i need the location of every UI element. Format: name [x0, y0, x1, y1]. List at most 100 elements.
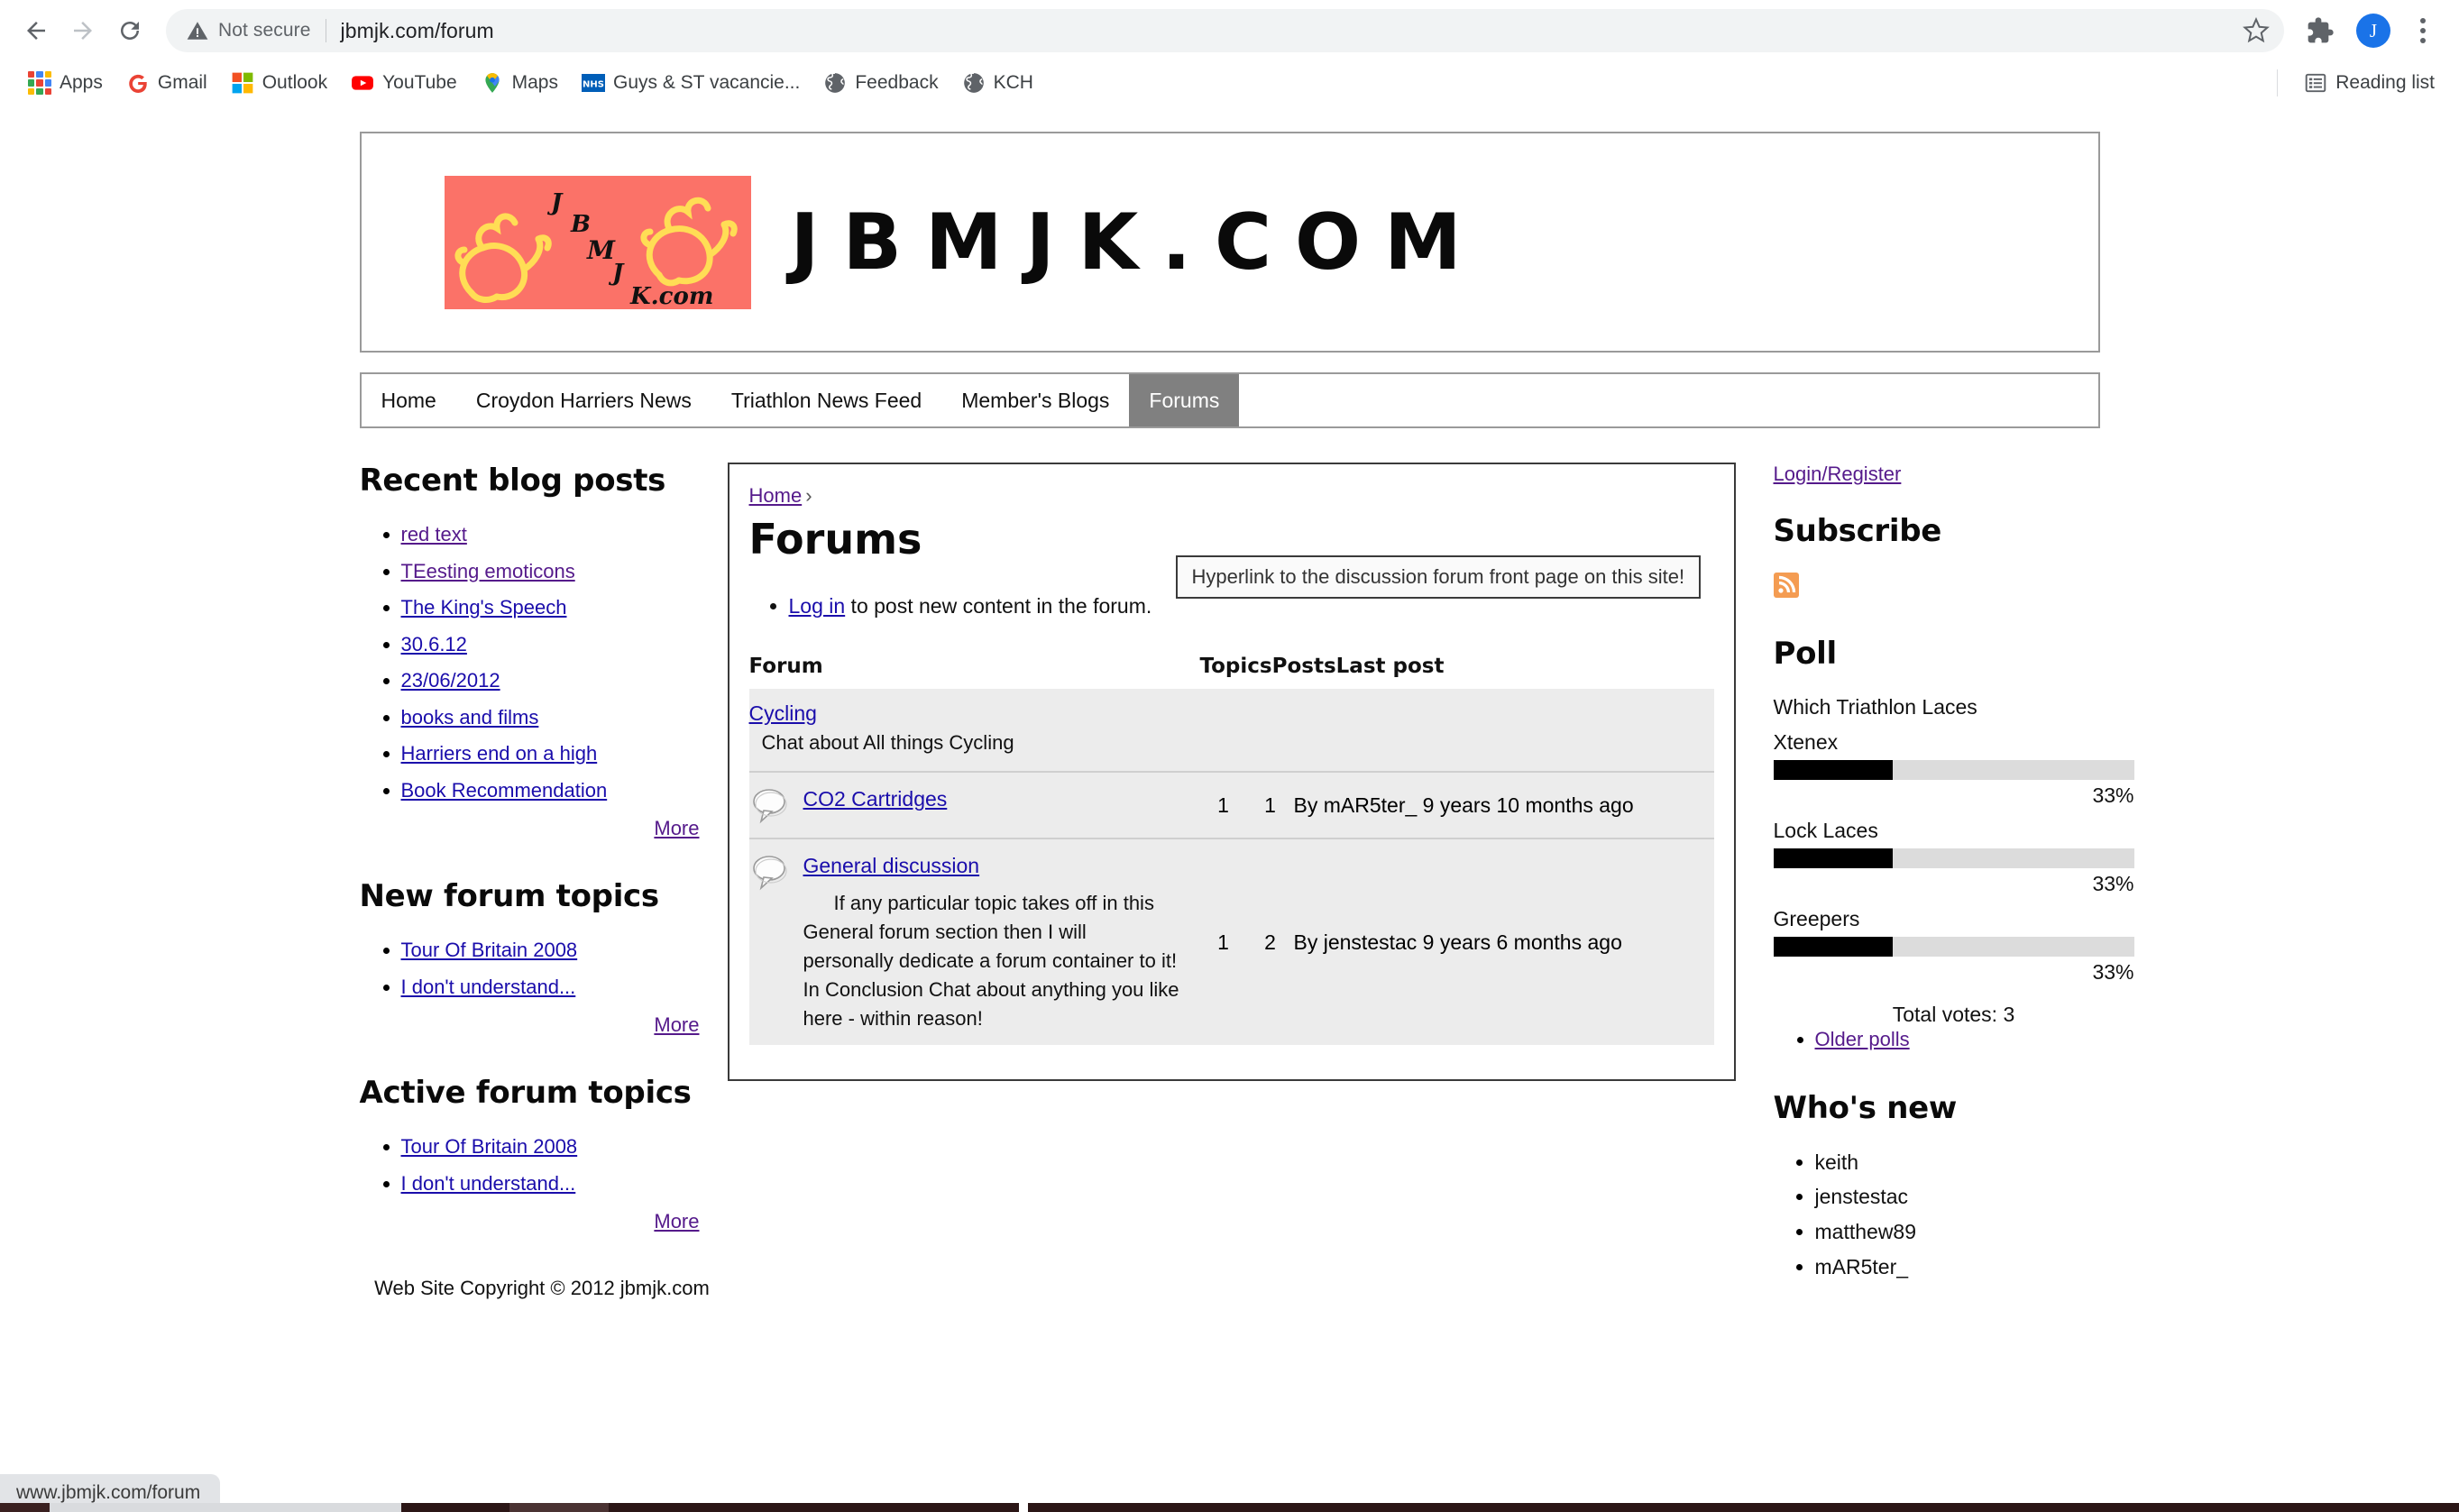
forum-topic-link[interactable]: Tour Of Britain 2008 — [401, 1135, 578, 1158]
bookmark-label: KCH — [993, 72, 1033, 93]
login-register-link[interactable]: Login/Register — [1774, 463, 1902, 485]
bookmark-label: Maps — [511, 72, 558, 93]
older-polls-link[interactable]: Older polls — [1815, 1028, 1910, 1050]
taskbar-segment — [609, 1503, 1019, 1512]
more-row: More — [360, 1013, 725, 1037]
bookmark-guys-st-vacancies[interactable]: NHS Guys & ST vacancie... — [570, 67, 812, 99]
forum-posts-count: 2 — [1246, 837, 1294, 1046]
bookmark-star-button[interactable] — [2235, 10, 2277, 51]
kebab-dot — [2420, 28, 2426, 33]
nav-item-croydon-harriers-news[interactable]: Croydon Harriers News — [456, 374, 711, 426]
blog-post-link[interactable]: Harriers end on a high — [401, 742, 598, 765]
forum-category-link[interactable]: Cycling — [749, 701, 817, 725]
rss-feed-icon[interactable] — [1773, 573, 1799, 598]
bookmark-label: Gmail — [157, 72, 207, 93]
chrome-menu-button[interactable] — [2403, 9, 2443, 52]
poll-bar-track — [1773, 937, 2134, 957]
bookmark-youtube[interactable]: YouTube — [339, 67, 469, 99]
forum-category-row: Cycling — [748, 689, 1714, 726]
forward-button[interactable] — [60, 7, 106, 54]
block-title: Subscribe — [1773, 513, 1942, 549]
poll-bar-fill — [1773, 760, 1893, 780]
list-item: I don't understand... — [401, 1171, 725, 1196]
bookmark-outlook[interactable]: Outlook — [219, 67, 339, 99]
svg-text:B: B — [570, 211, 591, 238]
forum-category-description-row: Chat about All things Cycling — [748, 726, 1714, 772]
poll-percent: 33% — [2092, 960, 2134, 984]
block-title: Poll — [1773, 636, 1838, 672]
older-polls-list: Older polls — [1774, 1027, 2134, 1052]
address-bar[interactable]: Not secure jbmjk.com/forum — [166, 9, 2284, 52]
block-whos-new: Who's new keith jenstestac matthew89 mAR… — [1774, 1090, 2134, 1280]
bookmark-apps[interactable]: Apps — [16, 67, 115, 99]
list-item: books and films — [401, 705, 725, 730]
poll-total-votes: Total votes: 3 — [1892, 1003, 2015, 1026]
reading-list-button[interactable]: Reading list — [2292, 67, 2446, 99]
forum-last-post: By jenstestac 9 years 6 months ago — [1293, 837, 1714, 1046]
poll-question: Which Triathlon Laces — [1773, 695, 1977, 719]
more-link-active-forum-topics[interactable]: More — [654, 1210, 699, 1233]
nav-item-members-blogs[interactable]: Member's Blogs — [941, 374, 1129, 426]
nav-item-forums[interactable]: Forums — [1129, 374, 1240, 426]
extensions-button[interactable] — [2298, 9, 2342, 52]
blog-post-link[interactable]: red text — [401, 523, 467, 545]
maps-pin-icon — [485, 73, 500, 93]
list-item: Book Recommendation — [401, 778, 725, 803]
site-container: J B M J K.com JBMJK.COM Home Croydon Har… — [359, 105, 2134, 1318]
blog-post-link[interactable]: The King's Speech — [401, 596, 567, 619]
bookmark-label: Apps — [60, 72, 103, 93]
nav-item-home[interactable]: Home — [362, 374, 456, 426]
more-link-recent-blog-posts[interactable]: More — [654, 817, 699, 839]
bookmarks-divider — [2277, 69, 2279, 96]
bookmark-kch[interactable]: KCH — [950, 67, 1045, 99]
bookmarks-bar: Apps Gmail Outlook YouTube Maps NHS Guys… — [0, 61, 2459, 105]
site-nav: Home Croydon Harriers News Triathlon New… — [359, 372, 2100, 428]
forums-table-body: Cycling Chat about All things Cycling CO… — [748, 689, 1714, 1046]
security-indicator[interactable]: Not secure — [186, 19, 311, 42]
blog-post-link[interactable]: TEesting emoticons — [401, 560, 575, 582]
more-row: More — [360, 1210, 725, 1233]
forum-category-description: Chat about All things Cycling — [748, 726, 1714, 772]
site-logo[interactable]: J B M J K.com — [444, 175, 751, 309]
forum-link[interactable]: General discussion — [803, 854, 980, 877]
bookmark-feedback[interactable]: Feedback — [812, 67, 950, 99]
forums-table: Forum Topics Posts Last post Cycling Cha… — [748, 655, 1714, 1046]
breadcrumb-separator: › — [805, 484, 812, 507]
block-title: New forum topics — [359, 878, 660, 914]
log-in-link[interactable]: Log in — [789, 594, 846, 618]
flames-graphic-icon: J B M J K.com — [444, 175, 751, 309]
security-label: Not secure — [218, 20, 311, 41]
reload-icon — [121, 21, 139, 40]
poll-bar-fill — [1773, 937, 1893, 957]
block-poll: Poll Which Triathlon Laces Xtenex 33% Lo… — [1773, 636, 2134, 1052]
bookmark-label: Feedback — [855, 72, 939, 93]
bookmark-gmail[interactable]: Gmail — [115, 67, 219, 99]
site-title: JBMJK.COM — [790, 197, 1485, 288]
bookmark-maps[interactable]: Maps — [469, 67, 570, 99]
back-button[interactable] — [13, 7, 60, 54]
profile-avatar[interactable]: J — [2356, 14, 2390, 48]
more-link-new-forum-topics[interactable]: More — [654, 1013, 699, 1036]
forum-link[interactable]: CO2 Cartridges — [803, 787, 948, 811]
blog-post-link[interactable]: books and films — [401, 706, 539, 729]
list-item: jenstestac — [1815, 1184, 2134, 1210]
speech-bubble-icon — [752, 789, 787, 824]
nav-item-triathlon-news-feed[interactable]: Triathlon News Feed — [711, 374, 941, 426]
blog-post-link[interactable]: Book Recommendation — [401, 779, 608, 802]
forum-topic-link[interactable]: Tour Of Britain 2008 — [401, 939, 578, 961]
list-item: mAR5ter_ — [1815, 1254, 2134, 1280]
list-item: Tour Of Britain 2008 — [401, 938, 725, 963]
forum-topic-link[interactable]: I don't understand... — [401, 1172, 576, 1195]
list-item: keith — [1815, 1150, 2134, 1176]
forum-topic-link[interactable]: I don't understand... — [401, 976, 576, 998]
taskbar-segment — [401, 1503, 509, 1512]
reload-button[interactable] — [106, 7, 153, 54]
blog-post-link[interactable]: 23/06/2012 — [401, 669, 500, 692]
col-header-topics: Topics — [1199, 655, 1272, 678]
breadcrumb-home-link[interactable]: Home — [749, 484, 803, 507]
blog-post-link[interactable]: 30.6.12 — [401, 633, 467, 655]
bookmark-label: Guys & ST vacancie... — [612, 72, 801, 93]
site-footer: Web Site Copyright © 2012 jbmjk.com — [374, 1277, 710, 1299]
list-item: I don't understand... — [401, 975, 725, 1000]
speech-bubble-icon — [752, 856, 787, 891]
